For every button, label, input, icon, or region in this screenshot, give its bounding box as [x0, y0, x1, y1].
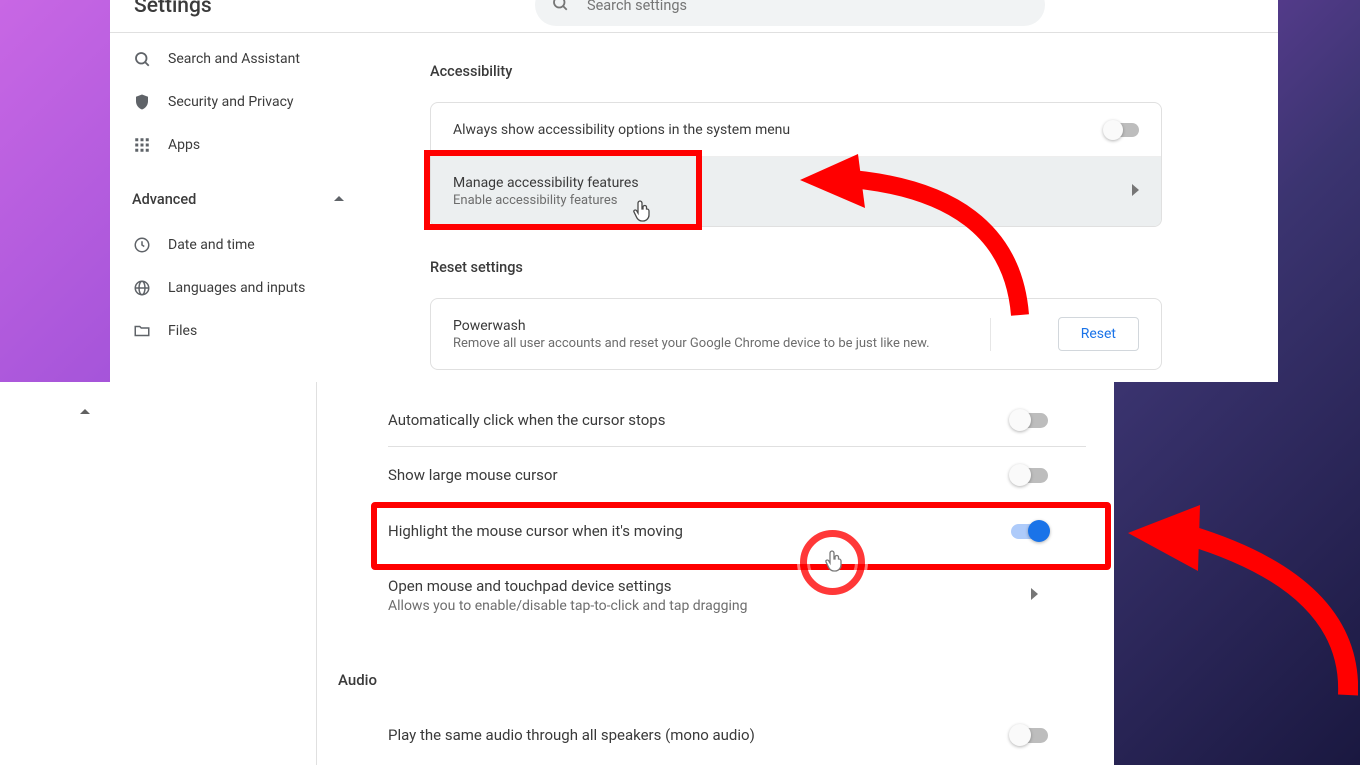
row-label: Automatically click when the cursor stop…: [388, 411, 665, 429]
magnifier-icon: [132, 49, 152, 69]
sidebar-item-apps[interactable]: Apps: [110, 128, 370, 162]
large-cursor-row[interactable]: Show large mouse cursor: [338, 447, 1098, 503]
sidebar-item-label: Files: [168, 323, 197, 339]
cursor-hand-icon: [632, 200, 648, 220]
chevron-up-icon: [334, 191, 344, 208]
sidebar-item-security-privacy[interactable]: Security and Privacy: [110, 85, 370, 119]
row-label: Always show accessibility options in the…: [453, 122, 790, 138]
settings-main: Accessibility Always show accessibility …: [430, 63, 1162, 370]
sidebar-item-label: Languages and inputs: [168, 280, 305, 296]
settings-panel-bottom: ecurity nd input Automatically click whe…: [0, 382, 1114, 765]
search-icon: [551, 0, 569, 16]
open-mouse-touchpad-row[interactable]: Open mouse and touchpad device settings …: [338, 559, 1098, 631]
manage-accessibility-row[interactable]: Manage accessibility features Enable acc…: [431, 156, 1161, 226]
apps-grid-icon: [132, 135, 152, 155]
sidebar-item-label: Date and time: [168, 237, 255, 253]
row-label: Play the same audio through all speakers…: [388, 726, 755, 744]
reset-card: Powerwash Remove all user accounts and r…: [430, 298, 1162, 370]
sidebar-item-label: Apps: [168, 137, 200, 153]
row-sublabel: Remove all user accounts and reset your …: [453, 336, 930, 351]
settings-main-bottom: Automatically click when the cursor stop…: [338, 382, 1098, 763]
accessibility-card: Always show accessibility options in the…: [430, 102, 1162, 227]
search-input[interactable]: [587, 0, 987, 14]
clock-icon: [132, 235, 152, 255]
chevron-right-icon: [1132, 184, 1139, 199]
reset-group-title: Reset settings: [430, 259, 1162, 276]
sidebar-item-search-assistant[interactable]: Search and Assistant: [110, 42, 370, 76]
row-sublabel: Enable accessibility features: [453, 193, 639, 208]
mono-audio-row[interactable]: Play the same audio through all speakers…: [338, 707, 1098, 763]
sidebar-divider: [316, 382, 317, 765]
row-label: Show large mouse cursor: [388, 466, 558, 484]
always-show-accessibility-row[interactable]: Always show accessibility options in the…: [431, 103, 1161, 156]
sidebar-item-label: Search and Assistant: [168, 51, 300, 67]
row-label: Powerwash: [453, 318, 930, 334]
settings-sidebar-bottom: ecurity nd input: [0, 382, 316, 765]
row-sublabel: Allows you to enable/disable tap-to-clic…: [388, 598, 747, 614]
reset-button[interactable]: Reset: [1058, 317, 1139, 351]
search-box[interactable]: [535, 0, 1045, 26]
powerwash-row: Powerwash Remove all user accounts and r…: [431, 299, 1161, 369]
large-cursor-toggle[interactable]: [1011, 468, 1048, 483]
sidebar-item-label: Security and Privacy: [168, 94, 294, 110]
row-label: Manage accessibility features: [453, 175, 639, 191]
settings-panel-top: Settings Search and Assistant Security a…: [110, 0, 1278, 382]
audio-section-title: Audio: [338, 631, 1098, 707]
page-title: Settings: [134, 0, 212, 18]
autoclick-row[interactable]: Automatically click when the cursor stop…: [338, 394, 1098, 446]
sidebar-item-fragment-security[interactable]: ecurity: [0, 497, 170, 531]
folder-icon: [132, 321, 152, 341]
accessibility-group-title: Accessibility: [430, 63, 1162, 80]
row-label: Highlight the mouse cursor when it's mov…: [388, 522, 683, 540]
always-show-toggle[interactable]: [1105, 123, 1139, 137]
sidebar-item-date-time[interactable]: Date and time: [110, 228, 370, 262]
sidebar-item-files[interactable]: Files: [110, 314, 370, 348]
shield-icon: [132, 92, 152, 112]
row-label: Open mouse and touchpad device settings: [388, 577, 747, 595]
highlight-cursor-toggle[interactable]: [1011, 524, 1048, 539]
sidebar-item-languages-inputs[interactable]: Languages and inputs: [110, 271, 370, 305]
chevron-up-icon: [80, 407, 90, 420]
settings-header: Settings: [110, 0, 1278, 33]
settings-sidebar: Search and Assistant Security and Privac…: [110, 33, 370, 357]
sidebar-item-fragment-input[interactable]: nd input: [0, 544, 170, 578]
chevron-right-icon: [1031, 588, 1038, 603]
mono-audio-toggle[interactable]: [1011, 728, 1048, 743]
autoclick-toggle[interactable]: [1011, 413, 1048, 428]
globe-icon: [132, 278, 152, 298]
sidebar-advanced-toggle[interactable]: Advanced: [110, 184, 350, 214]
sidebar-advanced-label: Advanced: [132, 191, 196, 208]
highlight-cursor-row[interactable]: Highlight the mouse cursor when it's mov…: [338, 503, 1098, 559]
